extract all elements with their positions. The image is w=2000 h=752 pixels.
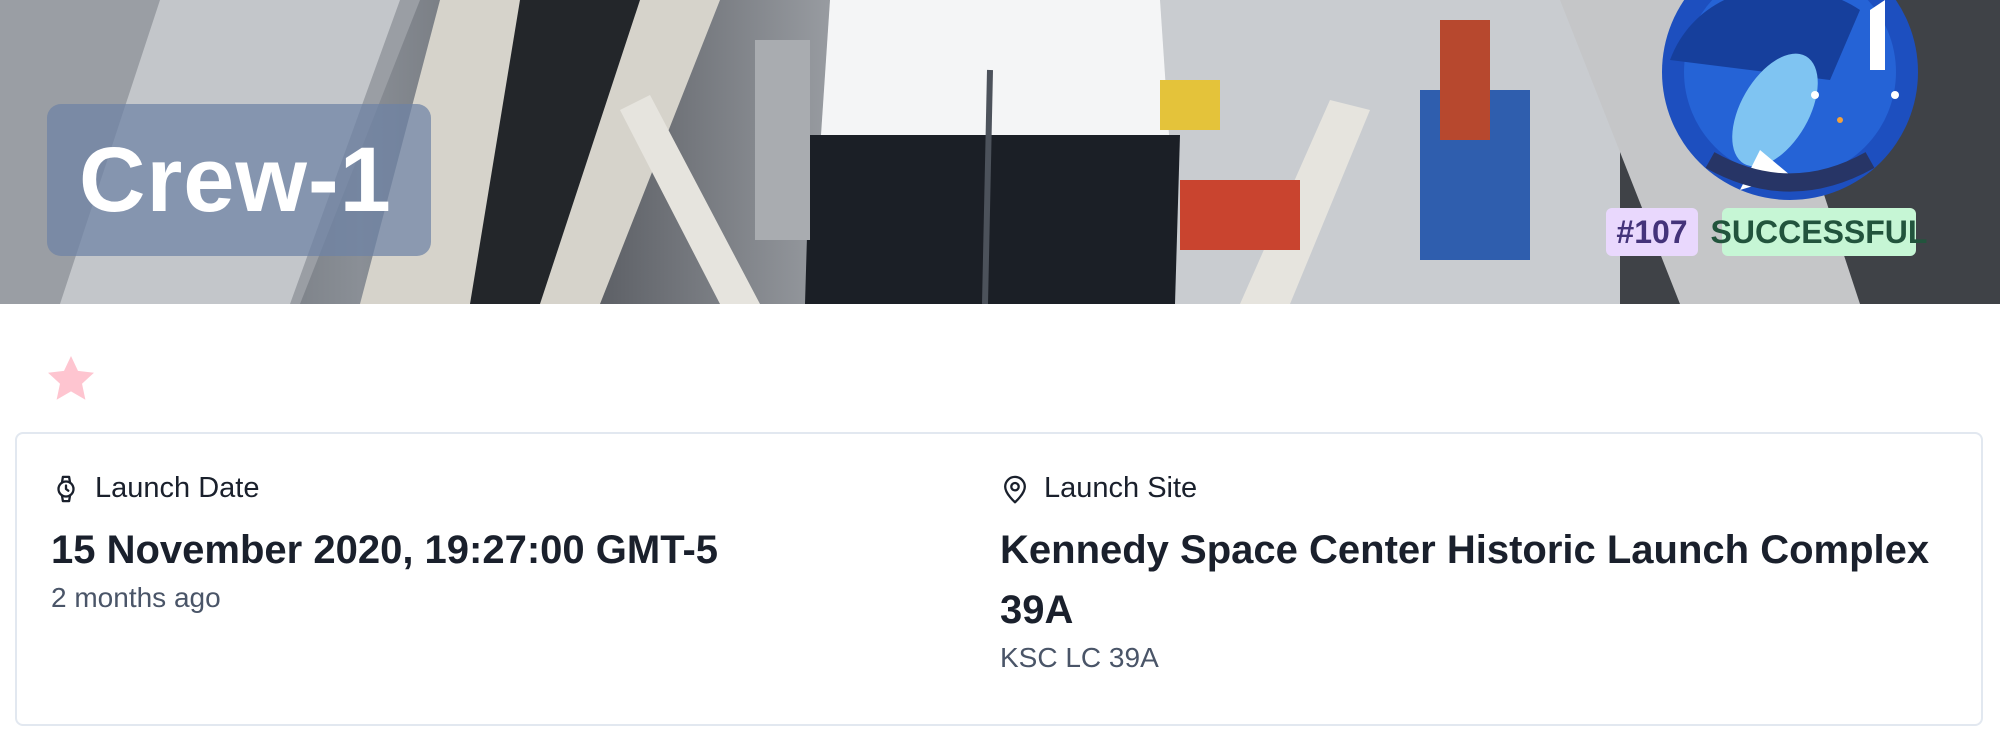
flight-number-badge: #107 bbox=[1606, 208, 1698, 256]
launch-details-card: Launch Date 15 November 2020, 19:27:00 G… bbox=[15, 432, 1983, 726]
launch-site-short-name: KSC LC 39A bbox=[1000, 642, 1159, 673]
star-icon bbox=[48, 356, 94, 400]
launch-site-value: Kennedy Space Center Historic Launch Com… bbox=[1000, 528, 1930, 632]
launch-date-value: 15 November 2020, 19:27:00 GMT-5 bbox=[51, 528, 719, 572]
launch-site-label-row: Launch Site bbox=[1000, 472, 1197, 505]
launch-title: Crew-1 bbox=[79, 129, 392, 231]
launch-hero-image: Crew-1 #107 SUCCESSFUL bbox=[0, 0, 2000, 304]
launch-date-label: Launch Date bbox=[95, 472, 260, 504]
launch-date-label-row: Launch Date bbox=[51, 472, 259, 505]
map-pin-icon bbox=[1000, 474, 1030, 504]
launch-title-overlay: Crew-1 bbox=[47, 104, 431, 256]
launch-status-badge: SUCCESSFUL bbox=[1711, 208, 1927, 256]
watch-icon bbox=[51, 474, 81, 504]
launch-site-label: Launch Site bbox=[1044, 472, 1198, 504]
favorite-star-button[interactable] bbox=[44, 352, 98, 406]
launch-date-relative: 2 months ago bbox=[51, 582, 221, 613]
